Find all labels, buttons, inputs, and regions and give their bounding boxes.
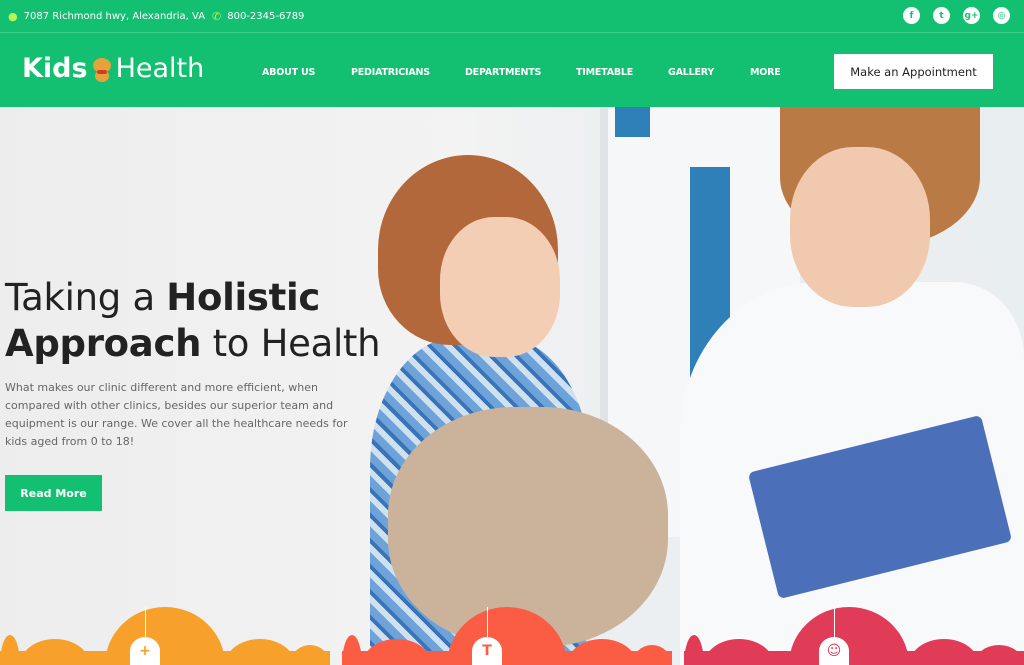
nav-gallery[interactable]: GALLERY — [668, 67, 714, 78]
social-links: f t g+ ◎ — [903, 7, 1010, 24]
nav-pediatricians[interactable]: PEDIATRICIANS — [351, 67, 430, 78]
logo[interactable]: Kids Health — [22, 53, 204, 84]
read-more-button[interactable]: Read More — [5, 475, 102, 511]
make-appointment-button[interactable]: Make an Appointment — [834, 54, 993, 89]
phone[interactable]: ✆ 800-2345-6789 — [212, 10, 304, 23]
hero-title: Taking a Holistic Approach to Health — [5, 276, 381, 365]
feature-tab[interactable]: + — [0, 607, 330, 665]
top-bar: ● 7087 Richmond hwy, Alexandria, VA ✆ 800-… — [0, 0, 1024, 33]
twitter-icon[interactable]: t — [933, 7, 950, 24]
person-icon: T — [472, 637, 502, 665]
address: ● 7087 Richmond hwy, Alexandria, VA — [8, 10, 205, 23]
address-text: 7087 Richmond hwy, Alexandria, VA — [23, 11, 206, 22]
nav-more[interactable]: MORE — [750, 67, 781, 78]
feature-tab[interactable]: ☺ — [684, 607, 1024, 665]
google-plus-icon[interactable]: g+ — [963, 7, 980, 24]
phone-text: 800-2345-6789 — [227, 11, 305, 22]
hero: Taking a Holistic Approach to Health Wha… — [0, 107, 1024, 665]
nav-about-us[interactable]: ABOUT US — [262, 67, 315, 78]
facebook-icon[interactable]: f — [903, 7, 920, 24]
medical-kit-icon: + — [130, 637, 160, 665]
teddy-bear-icon — [91, 56, 113, 82]
smile-icon: ☺ — [819, 637, 849, 665]
nav-timetable[interactable]: TIMETABLE — [576, 67, 633, 78]
nav-departments[interactable]: DEPARTMENTS — [465, 67, 541, 78]
location-pin-icon: ● — [8, 10, 18, 23]
phone-icon: ✆ — [212, 10, 222, 23]
feature-tab[interactable]: T — [342, 607, 672, 665]
hero-description: What makes our clinic different and more… — [5, 381, 348, 448]
main-nav: Kids Health ABOUT US PEDIATRICIANS DEPAR… — [0, 33, 1024, 107]
logo-health: Health — [115, 53, 205, 84]
instagram-icon[interactable]: ◎ — [993, 7, 1010, 24]
logo-kids: Kids — [22, 53, 88, 84]
